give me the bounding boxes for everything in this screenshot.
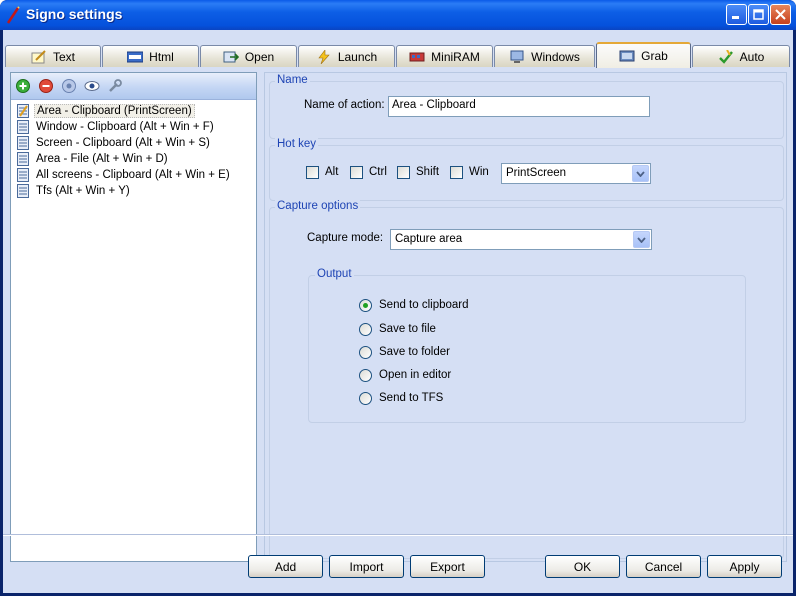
name-of-action-input[interactable]: Area - Clipboard xyxy=(388,96,650,117)
alt-label: Alt xyxy=(325,166,339,178)
remove-action-button[interactable] xyxy=(38,78,54,94)
save-to-folder-radio[interactable] xyxy=(359,346,372,359)
list-item[interactable]: All screens - Clipboard (Alt + Win + E) xyxy=(11,167,256,183)
send-to-clipboard-radio[interactable] xyxy=(359,299,372,312)
capture-mode-select[interactable]: Capture area xyxy=(390,229,652,250)
name-group-title: Name xyxy=(275,74,310,86)
settings-button[interactable] xyxy=(107,78,123,94)
preview-button[interactable] xyxy=(84,78,100,94)
settings-wrench-icon xyxy=(109,79,122,92)
pencil-note-icon xyxy=(31,49,46,63)
action-document-icon xyxy=(17,120,29,134)
send-to-tfs-radio[interactable] xyxy=(359,392,372,405)
maximize-icon xyxy=(753,9,764,20)
tab-auto[interactable]: Auto xyxy=(692,45,790,67)
name-of-action-label: Name of action: xyxy=(304,99,385,111)
list-item[interactable]: Tfs (Alt + Win + Y) xyxy=(11,183,256,199)
close-button[interactable] xyxy=(770,4,791,25)
list-item[interactable]: Area - Clipboard (PrintScreen) xyxy=(11,103,256,119)
hotkey-group: Hot key Alt Ctrl Shift Win PrintScreen xyxy=(269,138,784,201)
add-action-button[interactable] xyxy=(15,78,31,94)
ok-button[interactable]: OK xyxy=(545,555,620,578)
close-icon xyxy=(775,9,786,20)
actions-list: Area - Clipboard (PrintScreen) Window - … xyxy=(11,100,256,199)
win-checkbox[interactable] xyxy=(450,166,463,179)
list-item[interactable]: Area - File (Alt + Win + D) xyxy=(11,151,256,167)
tab-text[interactable]: Text xyxy=(5,45,101,67)
add-button[interactable]: Add xyxy=(248,555,323,578)
grab-icon xyxy=(619,50,635,62)
list-item[interactable]: Screen - Clipboard (Alt + Win + S) xyxy=(11,135,256,151)
tab-windows[interactable]: Windows xyxy=(494,45,595,67)
output-group-title: Output xyxy=(315,268,354,280)
tab-html[interactable]: Html xyxy=(102,45,199,67)
ctrl-label: Ctrl xyxy=(369,166,387,178)
chevron-down-icon xyxy=(632,165,649,182)
window-title: Signo settings xyxy=(26,6,123,22)
open-icon xyxy=(223,51,239,62)
preview-icon xyxy=(84,81,100,91)
tab-bar: Text Html Open Launch MiniRAM Windows Gr… xyxy=(3,42,793,70)
capture-options-title: Capture options xyxy=(275,200,361,212)
output-group: Output Send to clipboard Save to file Sa… xyxy=(308,268,746,423)
settings-window: Signo settings Text Html Open Launch Min… xyxy=(0,0,796,596)
client-area: Text Html Open Launch MiniRAM Windows Gr… xyxy=(3,30,793,593)
name-group: Name Name of action: Area - Clipboard xyxy=(269,74,784,139)
action-document-icon xyxy=(17,104,29,118)
action-document-icon xyxy=(17,152,29,166)
cancel-button[interactable]: Cancel xyxy=(626,555,701,578)
send-to-tfs-label: Send to TFS xyxy=(379,392,444,404)
send-to-clipboard-label: Send to clipboard xyxy=(379,299,469,311)
open-in-editor-radio[interactable] xyxy=(359,369,372,382)
chevron-down-icon xyxy=(633,231,650,248)
tab-open[interactable]: Open xyxy=(200,45,297,67)
tab-miniram[interactable]: MiniRAM xyxy=(396,45,493,67)
open-in-editor-label: Open in editor xyxy=(379,369,452,381)
apply-button[interactable]: Apply xyxy=(707,555,782,578)
quill-icon xyxy=(6,6,20,24)
minimize-button[interactable] xyxy=(726,4,747,25)
save-to-file-label: Save to file xyxy=(379,323,436,335)
add-icon xyxy=(16,79,30,93)
actions-panel: Area - Clipboard (PrintScreen) Window - … xyxy=(10,72,257,562)
action-document-icon xyxy=(17,184,29,198)
save-to-folder-label: Save to folder xyxy=(379,346,450,358)
windows-icon xyxy=(510,50,524,63)
win-label: Win xyxy=(469,166,489,178)
help-button[interactable] xyxy=(61,78,77,94)
export-button[interactable]: Export xyxy=(410,555,485,578)
shift-label: Shift xyxy=(416,166,440,178)
list-item[interactable]: Window - Clipboard (Alt + Win + F) xyxy=(11,119,256,135)
save-to-file-radio[interactable] xyxy=(359,323,372,336)
action-document-icon xyxy=(17,168,29,182)
ctrl-checkbox[interactable] xyxy=(350,166,363,179)
import-button[interactable]: Import xyxy=(329,555,404,578)
actions-toolbar xyxy=(11,73,256,100)
action-details-panel: Name Name of action: Area - Clipboard Ho… xyxy=(264,72,787,562)
divider xyxy=(3,534,793,536)
hotkey-group-title: Hot key xyxy=(275,138,318,150)
help-icon xyxy=(62,79,76,93)
capture-options-group: Capture options Capture mode: Capture ar… xyxy=(269,200,784,559)
html-icon xyxy=(127,51,144,62)
minimize-icon xyxy=(732,16,739,19)
remove-icon xyxy=(39,79,53,93)
shift-checkbox[interactable] xyxy=(397,166,410,179)
tab-grab[interactable]: Grab xyxy=(596,42,691,68)
ram-icon xyxy=(409,52,425,61)
alt-checkbox[interactable] xyxy=(306,166,319,179)
title-bar[interactable]: Signo settings xyxy=(0,0,796,30)
maximize-button[interactable] xyxy=(748,4,769,25)
hotkey-key-select[interactable]: PrintScreen xyxy=(501,163,651,184)
capture-mode-label: Capture mode: xyxy=(307,232,384,244)
action-document-icon xyxy=(17,136,29,150)
tab-launch[interactable]: Launch xyxy=(298,45,395,67)
lightning-icon xyxy=(318,49,330,64)
auto-icon xyxy=(718,49,733,64)
